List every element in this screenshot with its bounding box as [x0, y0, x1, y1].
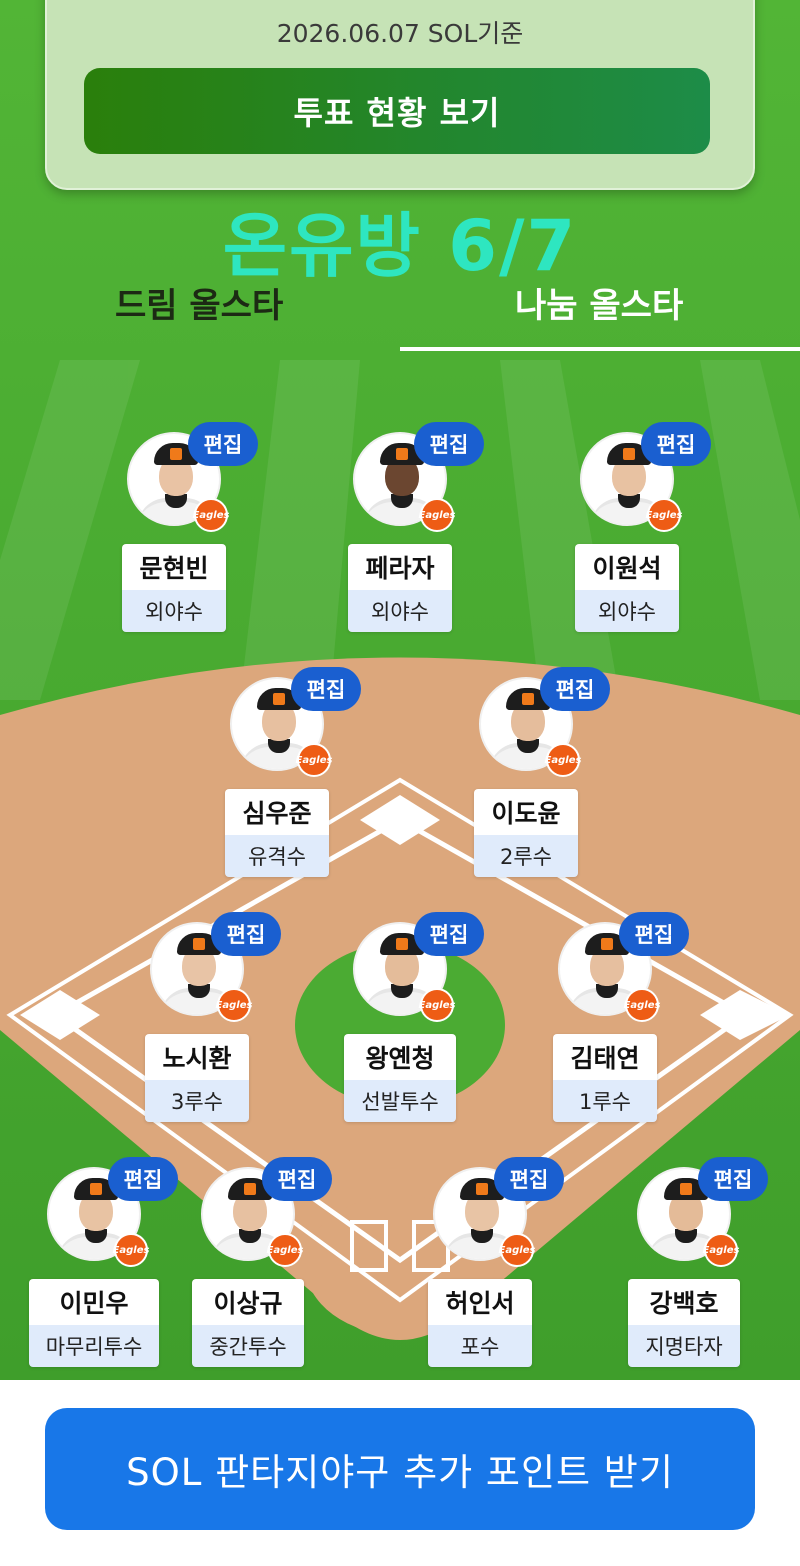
edit-button[interactable]: 편집 — [291, 667, 361, 711]
player-name: 심우준 — [225, 789, 329, 835]
player-card: 이상규 중간투수 — [192, 1279, 304, 1367]
player-name: 이민우 — [29, 1279, 159, 1325]
player-position: 외야수 — [122, 590, 226, 632]
status-card: 2026.06.07 SOL기준 투표 현황 보기 — [45, 0, 755, 190]
edit-button[interactable]: 편집 — [108, 1157, 178, 1201]
date-label: 2026.06.07 SOL기준 — [276, 19, 524, 48]
player-card: 이민우 마무리투수 — [29, 1279, 159, 1367]
player-card: 이도윤 2루수 — [474, 789, 578, 877]
edit-button[interactable]: 편집 — [188, 422, 258, 466]
eagles-logo-icon: Eagles — [419, 498, 455, 532]
player-position: 외야수 — [575, 590, 679, 632]
eagles-logo-icon: Eagles — [216, 988, 252, 1022]
player-position: 포수 — [428, 1325, 532, 1367]
player-card: 허인서 포수 — [428, 1279, 532, 1367]
eagles-logo-icon: Eagles — [703, 1233, 739, 1267]
player-name: 노시환 — [145, 1034, 249, 1080]
player-name: 이상규 — [192, 1279, 304, 1325]
edit-button[interactable]: 편집 — [540, 667, 610, 711]
edit-button[interactable]: 편집 — [641, 422, 711, 466]
player-name: 이원석 — [575, 544, 679, 590]
edit-button[interactable]: 편집 — [211, 912, 281, 956]
player-position: 선발투수 — [344, 1080, 456, 1122]
baseball-field: 2026.06.07 SOL기준 투표 현황 보기 온유방 6/7 드림 올스타… — [0, 0, 800, 1380]
eagles-logo-icon: Eagles — [624, 988, 660, 1022]
eagles-logo-icon: Eagles — [193, 498, 229, 532]
eagles-logo-icon: Eagles — [296, 743, 332, 777]
player-name: 페라자 — [348, 544, 452, 590]
edit-button[interactable]: 편집 — [698, 1157, 768, 1201]
edit-button[interactable]: 편집 — [414, 422, 484, 466]
page-headline: 온유방 6/7 — [222, 205, 578, 287]
eagles-logo-icon: Eagles — [267, 1233, 303, 1267]
tab-dream-allstar[interactable]: 드림 올스타 — [115, 278, 283, 327]
player-position: 지명타자 — [628, 1325, 740, 1367]
player-name: 허인서 — [428, 1279, 532, 1325]
player-name: 문현빈 — [122, 544, 226, 590]
tab-share-allstar[interactable]: 나눔 올스타 — [515, 278, 683, 327]
eagles-logo-icon: Eagles — [113, 1233, 149, 1267]
eagles-logo-icon: Eagles — [499, 1233, 535, 1267]
edit-button[interactable]: 편집 — [414, 912, 484, 956]
player-card: 심우준 유격수 — [225, 789, 329, 877]
player-card: 문현빈 외야수 — [122, 544, 226, 632]
player-card: 이원석 외야수 — [575, 544, 679, 632]
player-card: 노시환 3루수 — [145, 1034, 249, 1122]
player-name: 강백호 — [628, 1279, 740, 1325]
player-name: 이도윤 — [474, 789, 578, 835]
player-card: 왕옌청 선발투수 — [344, 1034, 456, 1122]
player-card: 강백호 지명타자 — [628, 1279, 740, 1367]
player-position: 외야수 — [348, 590, 452, 632]
player-position: 중간투수 — [192, 1325, 304, 1367]
extra-points-button[interactable]: SOL 판타지야구 추가 포인트 받기 — [45, 1408, 755, 1530]
player-name: 김태연 — [553, 1034, 657, 1080]
edit-button[interactable]: 편집 — [262, 1157, 332, 1201]
player-name: 왕옌청 — [344, 1034, 456, 1080]
edit-button[interactable]: 편집 — [494, 1157, 564, 1201]
vote-status-button[interactable]: 투표 현황 보기 — [84, 68, 710, 154]
edit-button[interactable]: 편집 — [619, 912, 689, 956]
player-position: 마무리투수 — [29, 1325, 159, 1367]
player-card: 김태연 1루수 — [553, 1034, 657, 1122]
eagles-logo-icon: Eagles — [545, 743, 581, 777]
eagles-logo-icon: Eagles — [419, 988, 455, 1022]
player-position: 유격수 — [225, 835, 329, 877]
player-position: 2루수 — [474, 835, 578, 877]
active-tab-indicator — [400, 347, 800, 351]
player-position: 3루수 — [145, 1080, 249, 1122]
player-card: 페라자 외야수 — [348, 544, 452, 632]
eagles-logo-icon: Eagles — [646, 498, 682, 532]
player-position: 1루수 — [553, 1080, 657, 1122]
